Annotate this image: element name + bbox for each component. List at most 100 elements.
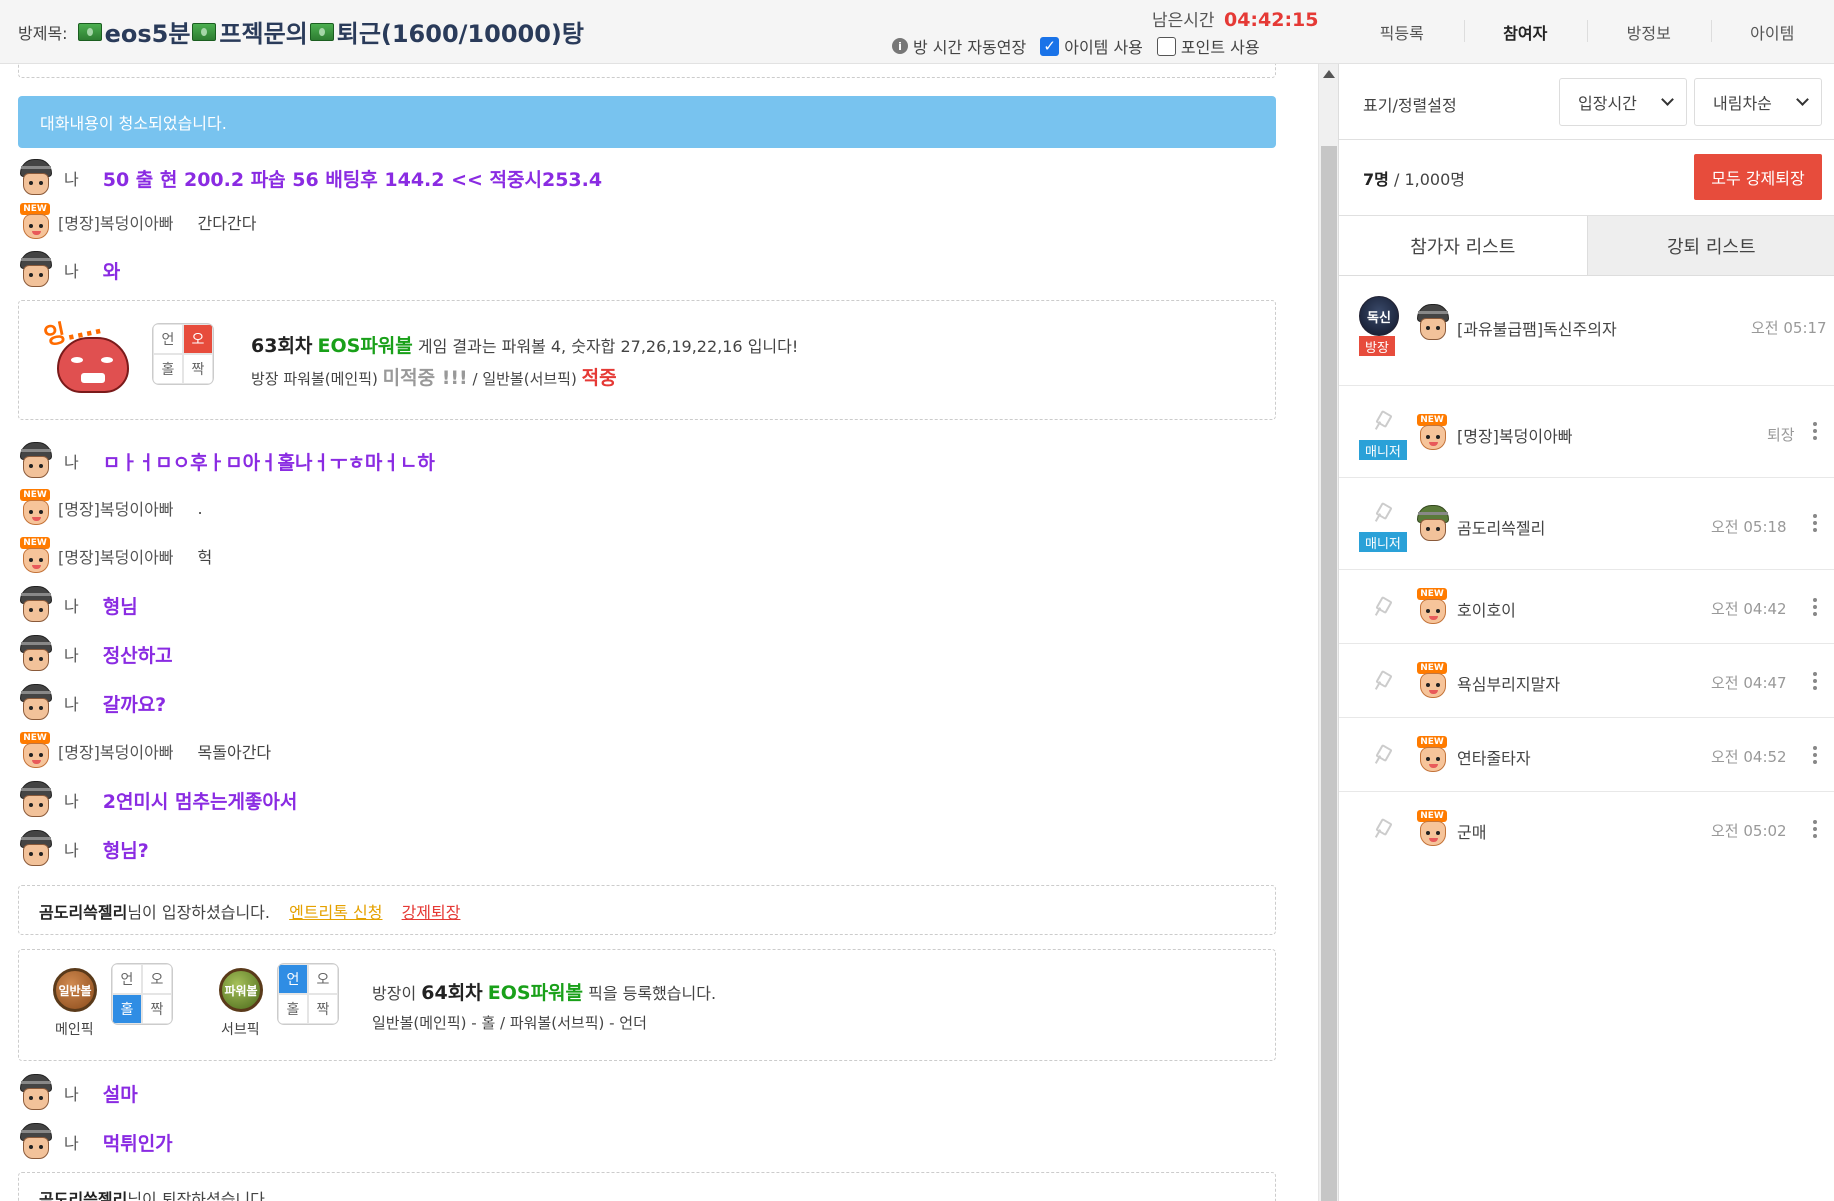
sort-order-value: 내림차순 bbox=[1713, 94, 1772, 113]
tab-participants[interactable]: 참가자 리스트 bbox=[1339, 216, 1587, 275]
participant-row[interactable]: NEW 호이호이 오전 04:42 bbox=[1339, 570, 1834, 644]
new-user-avatar-icon: NEW bbox=[1415, 588, 1451, 626]
more-options-icon[interactable] bbox=[1813, 514, 1817, 532]
sub-pick-caption: 서브픽 bbox=[221, 1022, 260, 1038]
use-item-checkbox[interactable] bbox=[1040, 36, 1060, 56]
grid-cell: 짝 bbox=[183, 354, 213, 384]
message-text: 정산하고 bbox=[102, 644, 173, 667]
message-text: 갈까요? bbox=[102, 693, 167, 716]
chat-message: 나 형님 bbox=[18, 585, 138, 625]
scroll-thumb[interactable] bbox=[1321, 146, 1337, 1201]
soldier-avatar-icon bbox=[18, 1123, 54, 1161]
soldier-avatar-icon bbox=[18, 1074, 54, 1112]
new-user-avatar-icon: NEW bbox=[1415, 414, 1451, 452]
grid-cell: 오 bbox=[308, 964, 338, 994]
scroll-up-arrow-icon[interactable] bbox=[1323, 70, 1335, 78]
participant-row[interactable]: NEW 욕심부리지말자 오전 04:47 bbox=[1339, 644, 1834, 718]
chat-message: 나 ㅁㅏㅓㅁㅇ후ㅏㅁ아ㅓ홀나ㅓㅜㅎ마ㅓㄴ하 bbox=[18, 441, 435, 481]
soldier-avatar-icon bbox=[18, 684, 54, 722]
participant-row[interactable]: 매니저 곰도리쓱젤리 오전 05:18 bbox=[1339, 478, 1834, 570]
message-author: 나 bbox=[64, 695, 79, 714]
tab-kicked[interactable]: 강퇴 리스트 bbox=[1586, 216, 1834, 275]
entry-notice: 곰도리쓱젤리님이 입장하셨습니다. 엔트리톡 신청 강제퇴장 bbox=[18, 885, 1276, 935]
sub-pick-grid: 언 오 홀 짝 bbox=[277, 963, 339, 1025]
auto-extend-option[interactable]: i 방 시간 자동연장 bbox=[892, 34, 1026, 58]
message-text: 2연미시 멈추는게좋아서 bbox=[102, 790, 298, 813]
entry-talk-request-link[interactable]: 엔트리톡 신청 bbox=[289, 903, 382, 922]
result-game: EOS파워볼 bbox=[317, 335, 413, 357]
result-main-pick: 방장 파워볼(메인픽) bbox=[251, 370, 378, 388]
more-options-icon[interactable] bbox=[1813, 746, 1817, 764]
pin-icon[interactable] bbox=[1375, 820, 1389, 838]
more-options-icon[interactable] bbox=[1813, 820, 1817, 838]
grid-cell: 오 bbox=[142, 964, 172, 994]
nav-items[interactable]: 아이템 bbox=[1710, 0, 1834, 64]
more-options-icon[interactable] bbox=[1813, 422, 1817, 440]
result-summary: 게임 결과는 파워볼 4, 숫자합 27,26,19,22,16 입니다! bbox=[417, 337, 799, 356]
chat-message: 나 형님? bbox=[18, 829, 149, 869]
pin-icon[interactable] bbox=[1375, 504, 1389, 522]
pick-prefix: 방장이 bbox=[372, 984, 417, 1003]
game-result-card: 잉.... 언 오 홀 짝 63회차 EOS파워볼 게임 결과는 파워볼 4, … bbox=[18, 300, 1276, 420]
room-name-part: 프젝문의 bbox=[219, 20, 308, 48]
participant-tabs: 참가자 리스트 강퇴 리스트 bbox=[1339, 216, 1834, 276]
entry-user-name: 곰도리쓱젤리 bbox=[39, 903, 128, 922]
nav-pick-register[interactable]: 픽등록 bbox=[1340, 0, 1464, 64]
message-text: 와 bbox=[102, 260, 121, 283]
nav-room-info[interactable]: 방정보 bbox=[1587, 0, 1711, 64]
nav-participants[interactable]: 참여자 bbox=[1463, 0, 1588, 64]
count-separator: / bbox=[1393, 170, 1400, 189]
room-label: 방제목: bbox=[18, 23, 68, 43]
message-author: 나 bbox=[64, 1085, 79, 1104]
participant-row[interactable]: NEW 군매 오전 05:02 bbox=[1339, 792, 1834, 866]
power-ball-icon: 파워볼 bbox=[219, 968, 263, 1012]
previous-card-edge bbox=[18, 64, 1276, 78]
kick-all-button[interactable]: 모두 강제퇴장 bbox=[1694, 154, 1822, 200]
exit-notice: 곰도리쓱젤리님이 퇴장하셨습니다. bbox=[18, 1172, 1276, 1201]
soldier-avatar-icon bbox=[18, 159, 54, 197]
message-text: ㅁㅏㅓㅁㅇ후ㅏㅁ아ㅓ홀나ㅓㅜㅎ마ㅓㄴ하 bbox=[102, 451, 435, 474]
participant-name: 곰도리쓱젤리 bbox=[1457, 519, 1546, 538]
room-name-part: eos5분 bbox=[104, 20, 191, 48]
message-text: 목돌아간다 bbox=[197, 743, 272, 762]
use-item-option[interactable]: 아이템 사용 bbox=[1040, 34, 1143, 58]
message-author: 나 bbox=[64, 170, 79, 189]
chat-message: 나 먹튀인가 bbox=[18, 1122, 173, 1162]
more-options-icon[interactable] bbox=[1813, 672, 1817, 690]
participant-row[interactable]: NEW 연타줄타자 오전 04:52 bbox=[1339, 718, 1834, 792]
message-author: 나 bbox=[64, 1134, 79, 1153]
use-point-option[interactable]: 포인트 사용 bbox=[1156, 34, 1260, 58]
use-item-label: 아이템 사용 bbox=[1064, 38, 1143, 57]
chat-scrollbar[interactable] bbox=[1318, 64, 1338, 1201]
pick-round: 64회차 bbox=[421, 982, 483, 1004]
new-user-avatar-icon: NEW bbox=[18, 537, 54, 575]
message-author: 나 bbox=[64, 792, 79, 811]
sort-order-select[interactable]: 내림차순 bbox=[1694, 78, 1822, 126]
remaining-label: 남은시간 bbox=[1152, 11, 1215, 31]
chat-message: 나 설마 bbox=[18, 1073, 138, 1113]
pick-registered-card: 일반볼 메인픽 언 오 홀 짝 파워볼 서브픽 언 오 홀 짝 방장이 64회차… bbox=[18, 949, 1276, 1061]
message-text: 형님 bbox=[102, 595, 138, 618]
message-text: 간다간다 bbox=[197, 214, 257, 233]
pick-game: EOS파워볼 bbox=[487, 982, 584, 1004]
pin-icon[interactable] bbox=[1375, 672, 1389, 690]
remaining-time: 남은시간 04:42:15 bbox=[1152, 6, 1319, 31]
result-sub-pick: / 일반볼(서브픽) bbox=[472, 370, 577, 388]
sort-by-value: 입장시간 bbox=[1578, 94, 1637, 113]
soldier-avatar-icon bbox=[18, 251, 54, 289]
new-user-avatar-icon: NEW bbox=[18, 203, 54, 241]
pin-icon[interactable] bbox=[1375, 598, 1389, 616]
money-icon bbox=[309, 22, 334, 41]
message-text: 형님? bbox=[102, 839, 149, 862]
info-icon: i bbox=[892, 38, 908, 54]
use-point-checkbox[interactable] bbox=[1156, 36, 1176, 56]
sort-by-select[interactable]: 입장시간 bbox=[1559, 78, 1687, 126]
participant-row[interactable]: 독신 방장 [과유불급팸]독신주의자 오전 05:17 bbox=[1339, 276, 1834, 386]
result-hit: 적중 bbox=[581, 367, 617, 389]
pin-icon[interactable] bbox=[1375, 412, 1389, 430]
more-options-icon[interactable] bbox=[1813, 598, 1817, 616]
kick-link[interactable]: 강제퇴장 bbox=[402, 903, 461, 922]
participant-row[interactable]: 매니저 NEW [명장]복덩이아빠 퇴장 bbox=[1339, 386, 1834, 478]
pick-line-1: 방장이 64회차 EOS파워볼 픽을 등록했습니다. bbox=[372, 978, 716, 1005]
pin-icon[interactable] bbox=[1375, 746, 1389, 764]
